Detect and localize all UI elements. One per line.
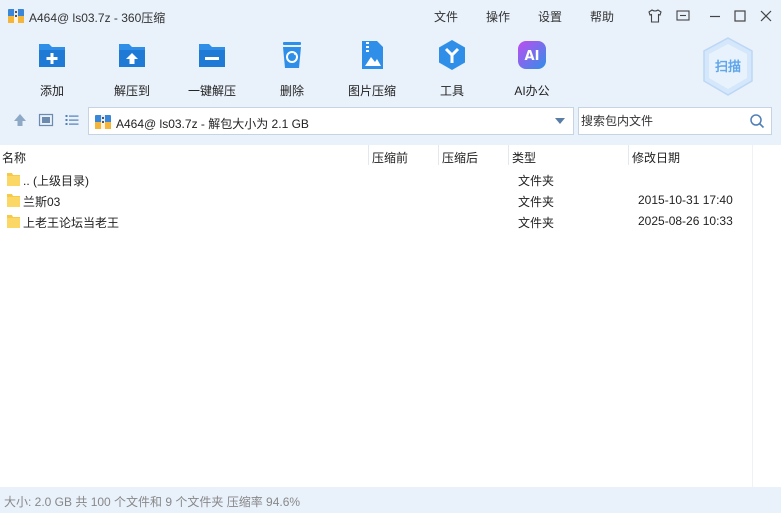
one-click-extract-icon — [199, 44, 225, 67]
toolbar-image-compress-button[interactable]: 图片压缩 — [337, 38, 407, 98]
search-icon[interactable] — [749, 113, 765, 129]
list-view-icon[interactable] — [64, 112, 80, 128]
image-compress-icon — [362, 41, 383, 69]
toolbar-one-click-extract-label: 一键解压 — [187, 84, 236, 98]
file-date: 2025-08-26 10:33 — [638, 214, 733, 228]
toolbar-tools-button[interactable]: 工具 — [417, 38, 487, 98]
maximize-icon[interactable] — [732, 8, 748, 24]
file-name: 兰斯03 — [23, 195, 61, 209]
close-icon[interactable] — [758, 8, 774, 24]
column-header-name[interactable]: 名称 — [2, 149, 26, 166]
column-divider — [368, 145, 369, 165]
app-logo-icon — [8, 9, 24, 23]
toolbar-add-button[interactable]: 添加 — [17, 38, 87, 98]
window-title: A464@ ls03.7z - 360压缩 — [29, 11, 166, 25]
minimize-icon[interactable] — [707, 8, 723, 24]
list-item[interactable]: 兰斯03 文件夹 2015-10-31 17:40 — [0, 190, 752, 210]
status-text: 大小: 2.0 GB 共 100 个文件和 9 个文件夹 压缩率 94.6% — [4, 495, 301, 509]
archive-icon — [95, 115, 111, 129]
extract-to-icon — [119, 44, 145, 67]
scan-label: 扫描 — [715, 59, 741, 75]
up-arrow-icon[interactable] — [12, 112, 28, 128]
toolbar-ai-office-button[interactable]: AI AI办公 — [497, 38, 567, 98]
ai-icon-text: AI — [525, 49, 540, 64]
toolbar-ai-office-label: AI办公 — [514, 84, 550, 98]
toolbar-extract-to-button[interactable]: 解压到 — [97, 38, 167, 98]
toolbar-add-label: 添加 — [39, 84, 64, 98]
file-type: 文件夹 — [518, 216, 555, 230]
column-divider — [628, 145, 629, 165]
column-header-after[interactable]: 压缩后 — [442, 149, 478, 166]
archive-path: A464@ ls03.7z - 解包大小为 2.1 GB — [116, 117, 309, 131]
toolbar-one-click-extract-button[interactable]: 一键解压 — [177, 38, 247, 98]
column-header-before[interactable]: 压缩前 — [372, 149, 408, 166]
menu-file[interactable]: 文件 — [434, 8, 458, 25]
column-header-type[interactable]: 类型 — [512, 149, 536, 166]
ai-office-icon: AI — [518, 41, 546, 69]
file-name: 上老王论坛当老王 — [23, 216, 120, 230]
add-file-icon — [39, 44, 65, 67]
feedback-icon[interactable] — [675, 8, 691, 24]
list-item[interactable]: 上老王论坛当老王 文件夹 2025-08-26 10:33 — [0, 211, 752, 231]
list-item[interactable]: .. (上级目录) 文件夹 — [0, 169, 752, 189]
thumbnail-view-icon[interactable] — [38, 112, 54, 128]
search-input[interactable] — [581, 112, 741, 130]
toolbar-delete-label: 删除 — [279, 84, 304, 98]
skin-icon[interactable] — [647, 8, 663, 24]
folder-icon — [7, 194, 20, 207]
column-header-modified[interactable]: 修改日期 — [632, 149, 680, 166]
column-divider — [438, 145, 439, 165]
status-bar: 大小: 2.0 GB 共 100 个文件和 9 个文件夹 压缩率 94.6% — [0, 487, 781, 513]
toolbar-delete-button[interactable]: 删除 — [257, 38, 327, 98]
file-date: 2015-10-31 17:40 — [638, 193, 733, 207]
folder-icon — [7, 173, 20, 186]
column-divider — [508, 145, 509, 165]
toolbar-extract-to-label: 解压到 — [113, 84, 150, 98]
scan-button[interactable]: 扫描 — [700, 36, 756, 98]
menu-settings[interactable]: 设置 — [538, 8, 562, 25]
file-name: .. (上级目录) — [23, 174, 89, 188]
recycle-bin-icon — [283, 42, 301, 68]
file-list: 名称 压缩前 压缩后 类型 修改日期 .. (上级目录) 文件夹 兰斯03 文件… — [0, 145, 781, 487]
toolbar-tools-label: 工具 — [439, 84, 464, 98]
path-combobox[interactable]: A464@ ls03.7z - 解包大小为 2.1 GB — [88, 107, 574, 135]
scan-shield-icon: 扫描 — [703, 37, 753, 96]
file-type: 文件夹 — [518, 174, 555, 188]
file-type: 文件夹 — [518, 195, 555, 209]
menu-operate[interactable]: 操作 — [486, 8, 510, 25]
tools-icon — [439, 40, 465, 70]
search-box[interactable] — [578, 107, 772, 135]
toolbar-image-compress-label: 图片压缩 — [347, 84, 396, 98]
menu-help[interactable]: 帮助 — [590, 8, 614, 25]
folder-icon — [7, 215, 20, 228]
vertical-scrollbar[interactable] — [752, 145, 781, 487]
chevron-down-icon[interactable] — [555, 118, 565, 124]
title-bar: A464@ ls03.7z - 360压缩 文件 操作 设置 帮助 — [0, 0, 781, 32]
